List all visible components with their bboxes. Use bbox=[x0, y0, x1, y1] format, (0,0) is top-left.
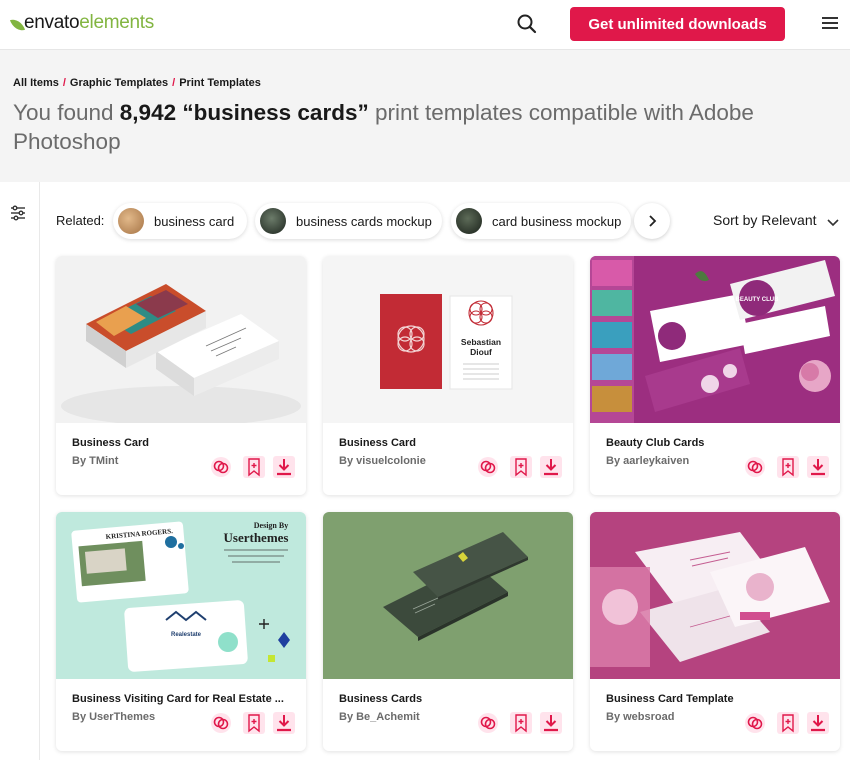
item-title[interactable]: Business Cards bbox=[339, 693, 554, 705]
sort-dropdown[interactable]: Sort by Relevant bbox=[713, 212, 817, 228]
bookmark-icon[interactable] bbox=[510, 456, 532, 478]
add-to-project-icon[interactable] bbox=[210, 712, 232, 734]
envato-logo[interactable]: envatoelements bbox=[9, 12, 154, 34]
item-title[interactable]: Business Card bbox=[72, 437, 287, 449]
add-to-project-icon[interactable] bbox=[744, 456, 766, 478]
filter-sliders-icon[interactable] bbox=[10, 205, 26, 221]
item-card[interactable]: BEAUTY CLUB Beauty Club Cards By aarleyk… bbox=[590, 256, 840, 495]
logo-text-elements: elements bbox=[79, 12, 154, 33]
download-icon[interactable] bbox=[540, 456, 562, 478]
chip-thumbnail bbox=[456, 208, 482, 234]
bookmark-icon[interactable] bbox=[510, 712, 532, 734]
add-to-project-icon[interactable] bbox=[477, 712, 499, 734]
item-card[interactable]: Business Card By TMint bbox=[56, 256, 306, 495]
related-chip-business-card[interactable]: business card bbox=[113, 203, 247, 239]
item-author[interactable]: By websroad bbox=[606, 711, 674, 723]
item-author[interactable]: By Be_Achemit bbox=[339, 711, 420, 723]
bookmark-icon[interactable] bbox=[243, 456, 265, 478]
bookmark-icon[interactable] bbox=[777, 456, 799, 478]
chip-label: business cards mockup bbox=[296, 213, 432, 229]
item-author[interactable]: By TMint bbox=[72, 455, 118, 467]
chip-thumbnail bbox=[260, 208, 286, 234]
hamburger-icon[interactable] bbox=[820, 14, 842, 34]
results-heading: You found 8,942 “business cards” print t… bbox=[13, 98, 833, 156]
download-icon[interactable] bbox=[273, 456, 295, 478]
get-unlimited-downloads-button[interactable]: Get unlimited downloads bbox=[570, 7, 785, 41]
item-author[interactable]: By UserThemes bbox=[72, 711, 155, 723]
item-author[interactable]: By visuelcolonie bbox=[339, 455, 426, 467]
results-prefix: You found bbox=[13, 100, 114, 125]
card-art-design-by: Design By bbox=[254, 521, 288, 530]
card-art-realestate: Realestate bbox=[171, 632, 202, 638]
item-thumbnail: Sebastian Diouf bbox=[323, 256, 573, 423]
add-to-project-icon[interactable] bbox=[210, 456, 232, 478]
item-title[interactable]: Business Card bbox=[339, 437, 554, 449]
item-author[interactable]: By aarleykaiven bbox=[606, 455, 689, 467]
leaf-icon bbox=[9, 16, 26, 33]
breadcrumb-all-items[interactable]: All Items bbox=[13, 77, 59, 89]
item-card[interactable]: KRISTINA ROGERS. Realestate Design By Us… bbox=[56, 512, 306, 751]
top-header: envatoelements Get unlimited downloads bbox=[0, 0, 850, 50]
download-icon[interactable] bbox=[807, 456, 829, 478]
related-chip-business-cards-mockup[interactable]: business cards mockup bbox=[255, 203, 442, 239]
item-title[interactable]: Business Visiting Card for Real Estate .… bbox=[72, 693, 287, 705]
item-thumbnail: KRISTINA ROGERS. Realestate Design By Us… bbox=[56, 512, 306, 679]
bookmark-icon[interactable] bbox=[777, 712, 799, 734]
item-card[interactable]: Business Cards By Be_Achemit bbox=[323, 512, 573, 751]
item-thumbnail: BEAUTY CLUB bbox=[590, 256, 840, 423]
breadcrumb: All Items / Graphic Templates / Print Templa… bbox=[13, 77, 261, 89]
download-icon[interactable] bbox=[540, 712, 562, 734]
add-to-project-icon[interactable] bbox=[477, 456, 499, 478]
chip-label: business card bbox=[154, 213, 235, 229]
chevron-down-icon[interactable] bbox=[827, 215, 839, 227]
card-art-userthemes: Userthemes bbox=[224, 530, 289, 545]
search-icon[interactable] bbox=[515, 12, 539, 36]
item-title[interactable]: Business Card Template bbox=[606, 693, 821, 705]
results-query: “business cards” bbox=[182, 100, 369, 125]
item-thumbnail bbox=[323, 512, 573, 679]
chevron-right-icon bbox=[649, 215, 657, 227]
card-art-name-2: Diouf bbox=[470, 347, 492, 357]
item-card[interactable]: Sebastian Diouf Business Card By visuelc… bbox=[323, 256, 573, 495]
chips-next-button[interactable] bbox=[634, 203, 670, 239]
item-thumbnail bbox=[590, 512, 840, 679]
card-art-beauty: BEAUTY CLUB bbox=[736, 297, 780, 303]
item-card[interactable]: Business Card Template By websroad bbox=[590, 512, 840, 751]
download-icon[interactable] bbox=[273, 712, 295, 734]
item-thumbnail bbox=[56, 256, 306, 423]
download-icon[interactable] bbox=[807, 712, 829, 734]
bookmark-icon[interactable] bbox=[243, 712, 265, 734]
breadcrumb-print-templates[interactable]: Print Templates bbox=[179, 77, 261, 89]
logo-text-envato: envato bbox=[24, 12, 80, 33]
add-to-project-icon[interactable] bbox=[744, 712, 766, 734]
related-label: Related: bbox=[56, 213, 105, 228]
card-art-name-1: Sebastian bbox=[461, 337, 501, 347]
chip-thumbnail bbox=[118, 208, 144, 234]
related-chip-card-business-mockup[interactable]: card business mockup bbox=[451, 203, 631, 239]
item-title[interactable]: Beauty Club Cards bbox=[606, 437, 821, 449]
breadcrumb-graphic-templates[interactable]: Graphic Templates bbox=[70, 77, 168, 89]
chip-label: card business mockup bbox=[492, 213, 622, 229]
filter-rail bbox=[0, 182, 40, 760]
results-count: 8,942 bbox=[119, 100, 177, 125]
